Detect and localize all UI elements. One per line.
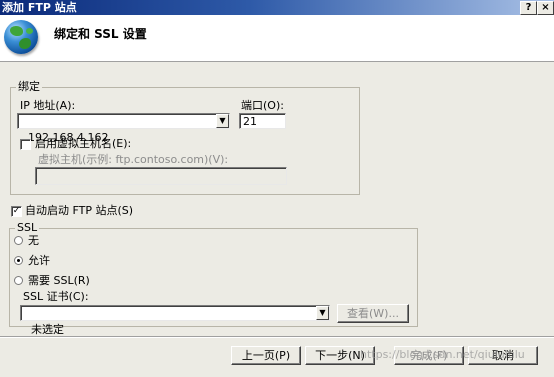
window-title: 添加 FTP 站点 [2,1,77,14]
ssl-cert-value: 未选定 [31,323,64,336]
watermark-text: https://blog.csdn.net/qiulululu [360,348,525,361]
globe-icon [4,20,38,54]
virtual-host-checkbox[interactable] [20,139,31,150]
ssl-allow-label: 允许 [28,254,50,267]
title-bar[interactable]: 添加 FTP 站点 ? × [0,0,554,15]
ip-address-label: IP 地址(A): [20,99,76,112]
ssl-require-radio[interactable] [14,276,23,285]
ssl-cert-label: SSL 证书(C): [23,290,89,303]
page-title: 绑定和 SSL 设置 [54,27,147,41]
ssl-legend: SSL [15,221,40,234]
wizard-header: 绑定和 SSL 设置 [0,15,554,62]
auto-start-label: 自动启动 FTP 站点(S) [25,204,134,217]
virtual-host-input[interactable] [35,167,287,185]
virtual-host-label: 虚拟主机(示例: ftp.contoso.com)(V): [38,153,229,166]
chevron-down-icon[interactable]: ▼ [316,306,329,320]
ssl-none-radio[interactable] [14,236,23,245]
ssl-cert-combobox[interactable]: 未选定 ▼ [20,305,330,336]
chevron-down-icon[interactable]: ▼ [216,114,229,128]
view-cert-button[interactable]: 查看(W)... [337,304,409,323]
virtual-host-checkbox-label: 启用虚拟主机名(E): [35,137,132,150]
auto-start-checkbox[interactable]: ✓ [11,206,22,217]
ip-address-combobox[interactable]: 192.168.4.162 ▼ [17,113,230,144]
port-label: 端口(O): [241,99,284,112]
help-button[interactable]: ? [520,1,537,15]
previous-button[interactable]: 上一页(P) [231,346,301,365]
footer-divider [0,336,554,338]
ssl-require-label: 需要 SSL(R) [28,274,90,287]
binding-legend: 绑定 [16,80,42,93]
ssl-none-label: 无 [28,234,39,247]
close-button[interactable]: × [537,1,554,15]
ssl-allow-radio[interactable] [14,256,23,265]
port-input[interactable]: 21 [239,113,286,129]
